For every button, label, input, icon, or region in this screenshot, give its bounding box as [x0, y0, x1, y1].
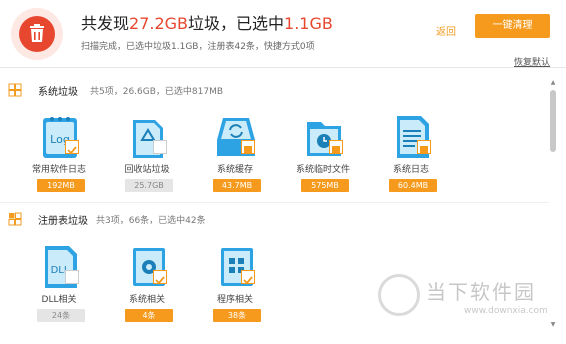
- dll-file-icon: DLL: [45, 246, 77, 288]
- item-label: DLL相关: [41, 295, 77, 305]
- headline-prefix: 共发现: [81, 14, 130, 33]
- junk-item-temp-files[interactable]: 系统临时文件 575MB: [287, 112, 359, 192]
- item-label: 系统日志: [392, 165, 429, 175]
- item-size-badge: 192MB: [37, 179, 85, 192]
- item-size-badge: 43.7MB: [213, 179, 261, 192]
- one-click-clean-button[interactable]: 一键清理: [475, 14, 550, 38]
- scroll-thumb[interactable]: [550, 90, 556, 152]
- section-meta: 共3项，66条，已选中42条: [96, 216, 206, 226]
- back-link[interactable]: 返回: [436, 23, 456, 38]
- registry-grid-icon: [8, 212, 22, 226]
- registry-item-system[interactable]: 系统相关 4条: [111, 242, 183, 322]
- check-icon: [155, 276, 165, 285]
- registry-item-program[interactable]: 程序相关 38条: [199, 242, 271, 322]
- item-size-badge: 575MB: [301, 179, 349, 192]
- recycle-bin-icon: [133, 120, 163, 158]
- scan-headline: 共发现27.2GB垃圾，已选中1.1GB: [81, 10, 333, 34]
- junk-item-app-logs[interactable]: Log 常用软件日志 192MB: [23, 112, 95, 192]
- item-label: 系统相关: [128, 295, 165, 305]
- item-label: 回收站垃圾: [124, 165, 170, 175]
- item-label: 系统临时文件: [295, 165, 350, 175]
- item-label: 常用软件日志: [31, 165, 86, 175]
- item-checkbox[interactable]: [65, 270, 79, 284]
- result-header: 共发现27.2GB垃圾，已选中1.1GB 扫描完成，已选中垃圾1.1GB，注册表…: [0, 0, 566, 68]
- item-checkbox[interactable]: [153, 270, 167, 285]
- watermark-logo-icon: [378, 274, 420, 316]
- item-label: 系统缓存: [216, 165, 253, 175]
- section-title: 注册表垃圾: [38, 216, 88, 227]
- check-icon: [67, 146, 77, 155]
- watermark-brand: 当下软件园: [426, 280, 536, 304]
- check-icon: [244, 146, 252, 154]
- item-checkbox[interactable]: [241, 270, 255, 285]
- item-count-badge: 38条: [213, 309, 261, 322]
- junk-item-system-cache[interactable]: 系统缓存 43.7MB: [199, 112, 271, 192]
- item-checkbox[interactable]: [417, 140, 431, 154]
- item-checkbox[interactable]: [65, 140, 79, 155]
- registry-item-dll[interactable]: DLL DLL相关 24条: [23, 242, 95, 322]
- scroll-down-arrow-icon[interactable]: ▼: [549, 322, 557, 328]
- item-checkbox[interactable]: [241, 140, 255, 154]
- headline-mid: 垃圾，已选中: [188, 14, 285, 33]
- item-checkbox[interactable]: [329, 140, 343, 154]
- windows-icon: [8, 83, 22, 97]
- watermark-url: www.downxia.com: [464, 306, 548, 316]
- scroll-up-arrow-icon[interactable]: ▲: [549, 80, 557, 86]
- item-count-badge: 4条: [125, 309, 173, 322]
- vertical-scrollbar[interactable]: ▲ ▼: [549, 80, 557, 330]
- item-size-badge: 60.4MB: [389, 179, 437, 192]
- check-icon: [332, 146, 340, 154]
- section-divider: [0, 202, 549, 203]
- scan-summary: 扫描完成，已选中垃圾1.1GB，注册表42条，快捷方式0项: [81, 42, 315, 52]
- item-checkbox[interactable]: [153, 140, 167, 154]
- section-title: 系统垃圾: [38, 87, 78, 98]
- item-count-badge: 24条: [37, 309, 85, 322]
- junk-item-recycle-bin[interactable]: 回收站垃圾 25.7GB: [111, 112, 183, 192]
- found-size: 27.2GB: [129, 14, 189, 33]
- trash-badge: [11, 8, 63, 60]
- item-size-badge: 25.7GB: [125, 179, 173, 192]
- site-watermark: 当下软件园 www.downxia.com: [378, 268, 548, 328]
- check-icon: [420, 146, 428, 154]
- restore-defaults-link[interactable]: 恢复默认: [514, 55, 550, 68]
- trash-icon: [19, 16, 55, 52]
- check-icon: [243, 276, 253, 285]
- selected-size: 1.1GB: [284, 14, 333, 33]
- junk-item-system-logs[interactable]: 系统日志 60.4MB: [375, 112, 447, 192]
- section-meta: 共5项，26.6GB，已选中817MB: [90, 87, 224, 97]
- item-label: 程序相关: [216, 295, 253, 305]
